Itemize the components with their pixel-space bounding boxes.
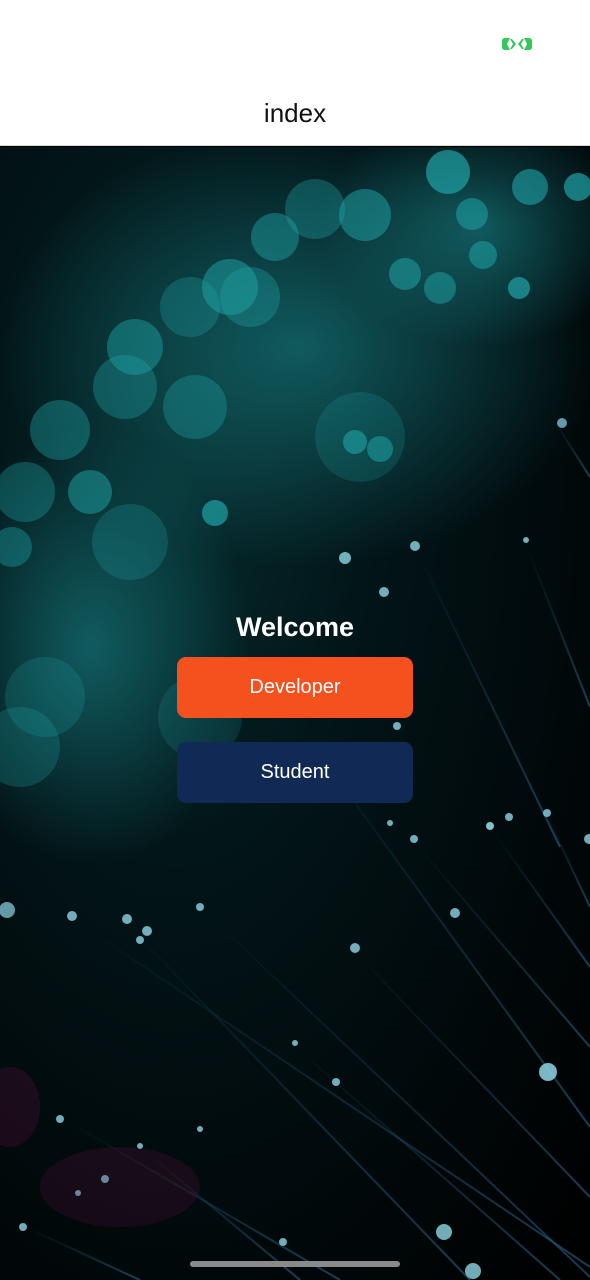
- app-screen: index Welcome Developer Student: [0, 0, 590, 1280]
- welcome-heading: Welcome: [235, 612, 355, 642]
- developer-button[interactable]: Developer: [177, 657, 413, 718]
- student-button[interactable]: Student: [177, 742, 413, 803]
- page-title: index: [263, 98, 327, 128]
- home-indicator[interactable]: [190, 1261, 400, 1267]
- navigation-bar: index: [0, 88, 590, 146]
- camera-in-use-icon: [502, 38, 532, 50]
- status-bar: [0, 0, 590, 88]
